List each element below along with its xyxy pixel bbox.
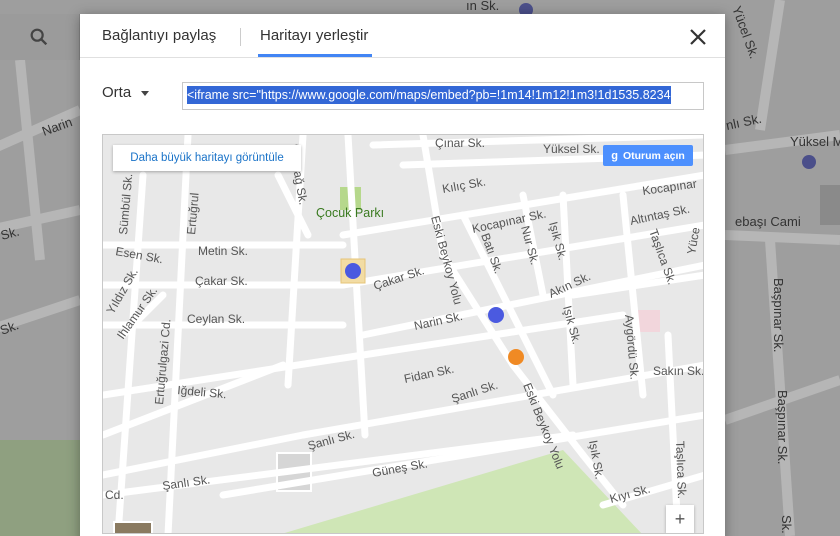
bg-label: Sk. <box>779 515 794 534</box>
map-preview[interactable]: Çınar Sk. Yüksel Sk. Kılıç Sk. Kocapınar… <box>102 134 704 534</box>
dialog-tabs: Bağlantıyı paylaş Haritayı yerleştir <box>80 14 725 58</box>
embed-code-field[interactable]: <iframe src="https://www.google.com/maps… <box>182 82 704 110</box>
street-label: Yüksel Sk. <box>543 142 600 156</box>
street-label: Taşlıca Sk. <box>673 441 689 499</box>
active-tab-indicator <box>258 54 372 57</box>
sign-in-button[interactable]: g Oturum açın <box>603 145 693 166</box>
caret-down-icon <box>141 91 150 96</box>
search-icon[interactable] <box>28 26 50 48</box>
map-size-dropdown[interactable]: Orta <box>102 84 150 101</box>
share-dialog: Bağlantıyı paylaş Haritayı yerleştir Ort… <box>80 14 725 536</box>
bg-label: ın Sk. <box>466 0 499 13</box>
background-search-box[interactable] <box>0 14 80 60</box>
street-label: Çınar Sk. <box>435 136 485 150</box>
map-size-value: Orta <box>102 84 132 101</box>
satellite-toggle-thumbnail[interactable] <box>113 521 153 533</box>
close-icon[interactable] <box>686 25 710 49</box>
bg-label: Başpınar Sk. <box>771 278 786 352</box>
bg-label: Yüksel M <box>790 134 840 149</box>
street-label: Sakın Sk. <box>653 364 704 378</box>
bg-label: ebaşı Cami <box>735 214 801 229</box>
park-label: Çocuk Parkı <box>316 206 384 220</box>
zoom-in-button[interactable]: + <box>666 505 694 533</box>
embed-code-text[interactable]: <iframe src="https://www.google.com/maps… <box>187 86 671 104</box>
tab-divider <box>240 28 241 46</box>
google-g-icon: g <box>611 149 618 162</box>
street-label: Cd. <box>105 488 124 502</box>
view-larger-map-link[interactable]: Daha büyük haritayı görüntüle <box>113 145 301 171</box>
preview-map-canvas[interactable]: Çınar Sk. Yüksel Sk. Kılıç Sk. Kocapınar… <box>103 135 704 534</box>
street-label: Ceylan Sk. <box>187 312 245 326</box>
street-label: Çakar Sk. <box>195 274 248 288</box>
sign-in-label: Oturum açın <box>622 149 685 162</box>
tab-share-link[interactable]: Bağlantıyı paylaş <box>102 27 216 44</box>
tab-embed-map[interactable]: Haritayı yerleştir <box>260 27 368 44</box>
bg-label: Başpınar Sk. <box>775 390 790 464</box>
street-label: Metin Sk. <box>198 244 248 258</box>
